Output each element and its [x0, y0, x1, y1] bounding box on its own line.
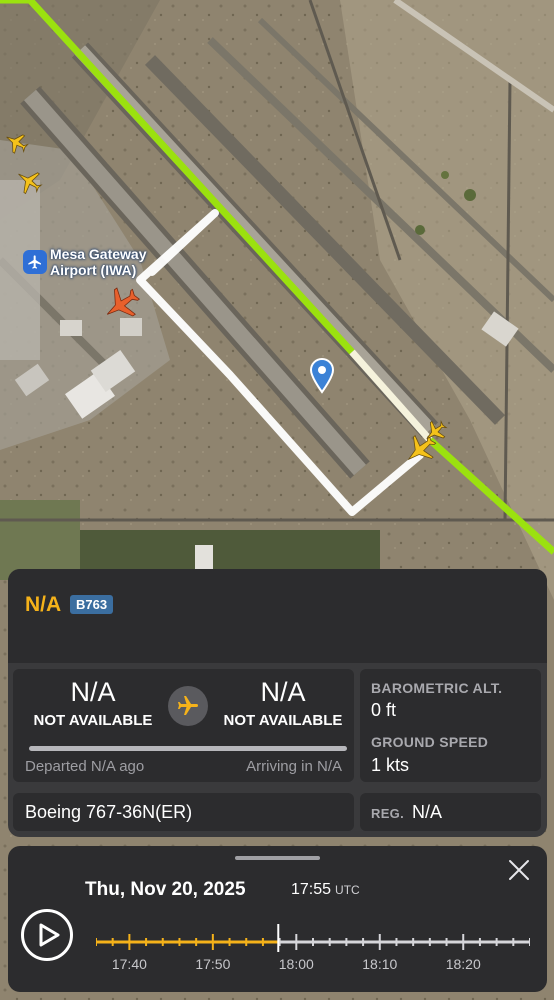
playback-date: Thu, Nov 20, 2025	[85, 879, 246, 900]
reg-label: REG.	[371, 806, 404, 821]
flight-progress-bar	[29, 746, 347, 751]
aircraft-model-card[interactable]: Boeing 767-36N(ER)	[13, 793, 354, 831]
ground-speed-value: 1 kts	[371, 755, 410, 775]
time-tick-label: 18:00	[278, 956, 314, 972]
play-button[interactable]	[21, 909, 73, 961]
route-card[interactable]: N/A NOT AVAILABLE N/A NOT AVAILABLE Depa…	[13, 669, 354, 782]
aircraft-type-badge: B763	[70, 595, 114, 614]
altitude-speed-card[interactable]: BAROMETRIC ALT. 0 ft GROUND SPEED 1 kts	[360, 669, 541, 782]
time-tick-label: 18:10	[362, 956, 398, 972]
airport-icon[interactable]	[23, 250, 47, 274]
playback-timeline: Thu, Nov 20, 2025 17:55 UTC 17:40 17:50 18:…	[8, 846, 547, 992]
origin-code: N/A	[70, 677, 116, 707]
flight-header[interactable]: N/A B763	[8, 569, 547, 663]
aircraft-model: Boeing 767-36N(ER)	[25, 802, 193, 822]
departed-text: Departed N/A ago	[25, 758, 145, 775]
baro-alt-label: BAROMETRIC ALT.	[371, 680, 503, 696]
airport-label-line1: Mesa Gateway	[50, 246, 147, 262]
timezone-label: UTC	[335, 883, 360, 897]
time-tick-label: 18:20	[445, 956, 481, 972]
origin-status: NOT AVAILABLE	[33, 712, 153, 729]
playback-time-value: 17:55	[291, 881, 332, 898]
drag-handle[interactable]	[235, 856, 320, 860]
destination-code: N/A	[260, 677, 306, 707]
destination-status: NOT AVAILABLE	[223, 712, 343, 729]
time-tick-label: 17:40	[111, 956, 147, 972]
playback-time: 17:55 UTC	[291, 881, 360, 899]
arriving-text: Arriving in N/A	[246, 758, 342, 775]
callsign: N/A	[25, 593, 62, 616]
airport-label[interactable]: Mesa Gateway Airport (IWA)	[50, 246, 147, 278]
baro-alt-value: 0 ft	[371, 700, 397, 720]
ground-speed-label: GROUND SPEED	[371, 734, 489, 750]
reg-value: N/A	[412, 802, 443, 822]
time-tick-label: 17:50	[195, 956, 231, 972]
flight-info-panel: N/A B763 N/A NOT AVAILABLE N/A NOT AVAIL…	[8, 569, 547, 837]
airport-label-line2: Airport (IWA)	[50, 262, 137, 278]
route-plane-icon	[168, 686, 208, 726]
close-icon[interactable]	[505, 856, 533, 884]
registration-card[interactable]: REG. N/A	[360, 793, 541, 831]
